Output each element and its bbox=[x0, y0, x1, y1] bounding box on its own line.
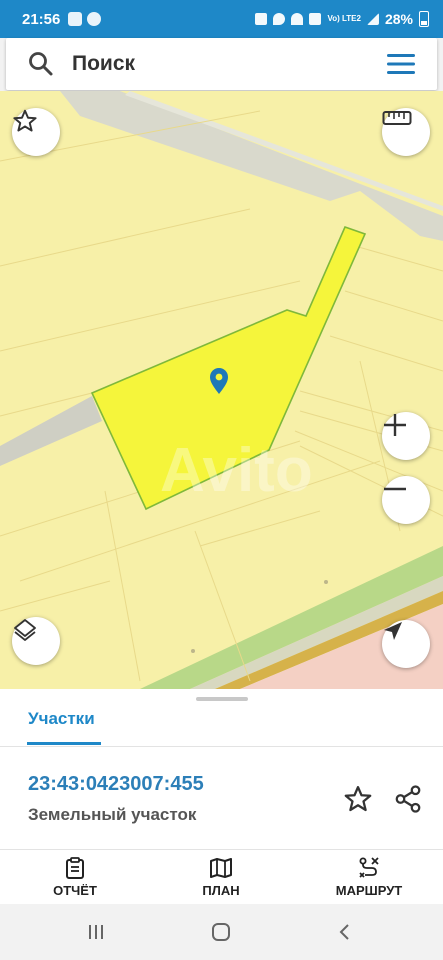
tab-parcels[interactable]: Участки bbox=[28, 709, 95, 729]
search-bar[interactable]: Поиск bbox=[6, 38, 437, 90]
network-label: Vo) LTE2 bbox=[327, 14, 361, 23]
ruler-icon bbox=[382, 111, 412, 125]
cadastral-number[interactable]: 23:43:0423007:455 bbox=[28, 773, 204, 796]
plan-label: ПЛАН bbox=[202, 883, 240, 898]
status-right: Vo) LTE2 28% bbox=[255, 0, 429, 38]
signal-icon bbox=[366, 13, 379, 25]
zoom-out-button[interactable] bbox=[382, 476, 430, 524]
location-icon bbox=[273, 13, 286, 25]
plan-button[interactable]: ПЛАН bbox=[166, 856, 276, 902]
search-icon bbox=[29, 52, 53, 76]
wifi-icon bbox=[291, 13, 304, 25]
map-canvas[interactable]: Avito bbox=[0, 91, 443, 689]
my-location-button[interactable] bbox=[382, 620, 430, 668]
map-watermark: Avito bbox=[160, 436, 313, 505]
parcel-sheet[interactable]: Участки 23:43:0423007:455 Земельный учас… bbox=[0, 689, 443, 849]
battery-icon bbox=[419, 11, 429, 27]
zoom-in-button[interactable] bbox=[382, 412, 430, 460]
notification-icons bbox=[68, 12, 102, 26]
route-button[interactable]: МАРШРУТ bbox=[314, 856, 424, 902]
back-icon[interactable] bbox=[335, 922, 355, 942]
cadastral-map[interactable]: Avito bbox=[0, 91, 443, 689]
map-icon bbox=[210, 858, 232, 878]
favorite-star-icon[interactable] bbox=[343, 784, 373, 814]
status-time: 21:56 bbox=[22, 10, 61, 28]
avito-notification-icon bbox=[68, 12, 83, 26]
menu-icon[interactable] bbox=[387, 52, 415, 76]
clipboard-icon bbox=[66, 857, 84, 879]
mute-icon bbox=[255, 13, 268, 25]
navigation-arrow-icon bbox=[384, 622, 402, 640]
tab-indicator bbox=[27, 742, 101, 745]
route-icon bbox=[359, 857, 379, 878]
parcel-type: Земельный участок bbox=[28, 805, 197, 824]
search-input[interactable]: Поиск bbox=[72, 52, 135, 76]
recent-apps-icon[interactable] bbox=[86, 922, 106, 942]
layers-icon bbox=[14, 619, 36, 641]
minus-icon bbox=[384, 487, 406, 491]
drag-handle[interactable] bbox=[196, 697, 248, 701]
share-icon[interactable] bbox=[393, 784, 423, 814]
plus-icon bbox=[384, 414, 406, 436]
route-label: МАРШРУТ bbox=[335, 883, 403, 898]
battery-percent: 28% bbox=[384, 11, 413, 27]
chat-notification-icon bbox=[87, 12, 102, 26]
call-icon bbox=[309, 13, 322, 25]
system-nav-bar bbox=[0, 904, 443, 960]
bottom-nav: ОТЧЁТ ПЛАН МАРШРУТ bbox=[0, 849, 443, 905]
status-bar: 21:56 Vo) LTE2 28% bbox=[0, 0, 443, 38]
layers-button[interactable] bbox=[12, 617, 60, 665]
ruler-button[interactable] bbox=[382, 108, 430, 156]
star-icon bbox=[13, 109, 37, 132]
divider bbox=[0, 746, 443, 747]
home-icon[interactable] bbox=[210, 921, 232, 943]
report-button[interactable]: ОТЧЁТ bbox=[20, 856, 130, 902]
report-label: ОТЧЁТ bbox=[53, 883, 97, 898]
favorites-button[interactable] bbox=[12, 108, 60, 156]
